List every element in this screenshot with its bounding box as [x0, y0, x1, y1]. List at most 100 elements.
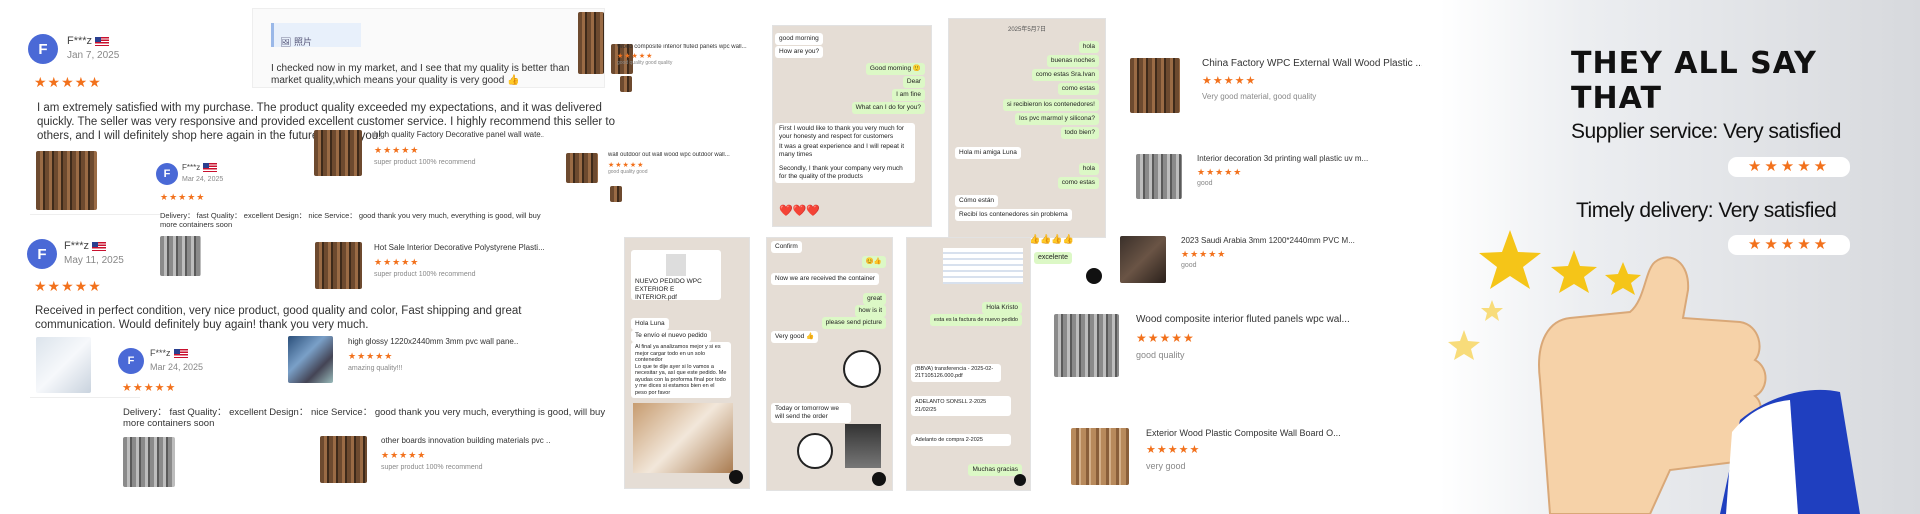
chat-message: como estas Sra.Ivan [1031, 69, 1099, 81]
star-icon [1448, 330, 1480, 360]
product-title: Interior decoration 3d printing wall pla… [1197, 154, 1369, 163]
product-thumb[interactable] [1054, 314, 1119, 377]
chat-message: Recibí los contenedores sin problema [955, 209, 1072, 221]
product-title: Wood composite interior fluted panels wp… [617, 44, 747, 50]
review-photo[interactable] [36, 337, 91, 393]
chat-message: Te envío el nuevo pedido [631, 330, 712, 342]
chat-screenshot: NUEVO PEDIDO WPC EXTERIOR E INTERIOR.pdf… [624, 237, 750, 489]
review-text: Delivery： fast Quality： excellent Design… [123, 407, 606, 429]
microphone-icon[interactable] [1086, 268, 1102, 284]
chat-message: excelente [1034, 252, 1072, 264]
product-thumb[interactable] [1130, 58, 1180, 113]
chat-date: 2025年5月7日 [1007, 27, 1047, 33]
product-thumb[interactable] [566, 153, 598, 183]
product-stars: ★★★★★ [348, 351, 394, 361]
chat-screenshot: Hola Kristo esta es la factura de nuevo … [906, 237, 1031, 491]
thumbs-up-sticker [843, 350, 881, 388]
reviewer-name: F***z [182, 163, 218, 173]
chat-message: Good morning 🙂 [865, 63, 925, 75]
product-review: Wood composite interior fluted panels wp… [617, 44, 767, 66]
chat-message: What can I do for you? [851, 102, 925, 114]
us-flag-icon [203, 163, 218, 173]
product-thumb[interactable] [610, 186, 622, 202]
product-comment: super product 100% recommend [374, 159, 476, 166]
product-title: Exterior Wood Plastic Composite Wall Boa… [1146, 428, 1341, 438]
product-review: 2023 Saudi Arabia 3mm 1200*2440mm PVC M.… [1181, 236, 1381, 269]
product-stars: ★★★★★ [381, 450, 427, 460]
chat-image[interactable] [845, 424, 881, 468]
product-comment: super product 100% recommend [374, 271, 476, 278]
rating-stars: ★★★★★ [1728, 235, 1850, 255]
chat-message: Hola Kristo [982, 302, 1022, 314]
review-date: Mar 24, 2025 [150, 362, 204, 372]
product-thumb[interactable] [314, 130, 362, 176]
document-preview[interactable] [943, 248, 1023, 284]
chat-message: como estas [1057, 83, 1099, 95]
us-flag-icon [173, 349, 188, 359]
product-comment: good quality [1136, 350, 1185, 360]
chat-message: Adelanto de compra 2-2025 [911, 434, 1011, 446]
chat-message: si recibieron los contenedores! [1002, 99, 1099, 111]
chat-message: great [863, 293, 886, 305]
product-stars: ★★★★★ [617, 53, 654, 60]
note-card: 🖼 照片 I checked now in my market, and I s… [252, 8, 605, 88]
product-review: other boards innovation building materia… [381, 436, 551, 471]
product-stars: ★★★★★ [1136, 331, 1195, 345]
review-photo[interactable] [123, 437, 175, 487]
microphone-icon[interactable] [729, 470, 743, 484]
product-review: China Factory WPC External Wall Wood Pla… [1202, 58, 1422, 101]
star-icon [1481, 300, 1503, 321]
note-text: I checked now in my market, and I see th… [271, 63, 570, 86]
chat-image[interactable] [633, 403, 733, 473]
file-message[interactable]: NUEVO PEDIDO WPC EXTERIOR E INTERIOR.pdf [631, 250, 721, 301]
product-thumb[interactable] [315, 242, 362, 289]
product-thumb[interactable] [620, 76, 632, 92]
product-comment: very good [1146, 461, 1186, 471]
product-thumb[interactable] [320, 436, 367, 483]
star-icon [1551, 250, 1597, 293]
product-title: other boards innovation building materia… [381, 436, 551, 445]
avatar: F [27, 239, 57, 269]
rating-stars: ★★★★★ [1728, 157, 1850, 177]
microphone-icon[interactable] [1014, 474, 1026, 486]
avatar: F [28, 34, 58, 64]
product-stars: ★★★★★ [1202, 75, 1257, 87]
microphone-icon[interactable] [872, 472, 886, 486]
review-stars: ★★★★★ [34, 74, 102, 90]
chat-message: Hola Luna [631, 318, 669, 330]
chat-message: esta es la factura de nuevo pedido [929, 314, 1022, 326]
product-comment: good [1181, 262, 1197, 269]
product-review: Exterior Wood Plastic Composite Wall Boa… [1146, 428, 1366, 471]
product-title: Hot Sale Interior Decorative Polystyrene… [374, 243, 544, 252]
review-stars: ★★★★★ [122, 382, 177, 394]
product-stars: ★★★★★ [1146, 444, 1201, 456]
chat-message: Now we are received the container [771, 273, 880, 285]
review-text: Received in perfect condition, very nice… [35, 305, 522, 331]
product-thumb[interactable] [1136, 154, 1182, 199]
product-thumb[interactable] [1071, 428, 1129, 485]
chat-message: buenas noches [1046, 55, 1099, 67]
product-comment: good [1197, 180, 1213, 187]
product-review: Wood composite interior fluted panels wp… [1136, 314, 1356, 360]
product-thumb[interactable] [1120, 236, 1166, 283]
chat-message: how is it [854, 305, 886, 317]
hearts-emoji: ❤️❤️❤️ [779, 205, 821, 217]
chat-message: Al final ya analizamos mejor y si es mej… [631, 342, 731, 398]
review-photo[interactable] [36, 151, 97, 210]
product-thumb[interactable] [288, 336, 333, 383]
product-stars: ★★★★★ [1197, 167, 1243, 177]
star-icon [1605, 262, 1641, 295]
chat-message: Muchas gracias [968, 464, 1022, 476]
chat-message: Dear [902, 76, 925, 88]
product-stars: ★★★★★ [1181, 249, 1227, 259]
chat-message: como estas [1057, 177, 1099, 189]
chat-message: I am fine [892, 89, 925, 101]
review-date: Jan 7, 2025 [67, 50, 120, 61]
product-review: high glossy 1220x2440mm 3mm pvc wall pan… [348, 337, 518, 372]
file-message[interactable]: (BBVA) transferencia - 2025-02-21T105126… [911, 364, 1001, 382]
us-flag-icon [92, 241, 107, 251]
chat-screenshot: good morning How are you? Good morning 🙂… [772, 25, 932, 227]
review-date: Mar 24, 2025 [182, 176, 224, 183]
review-photo[interactable] [160, 236, 201, 276]
product-stars: ★★★★★ [608, 162, 645, 169]
